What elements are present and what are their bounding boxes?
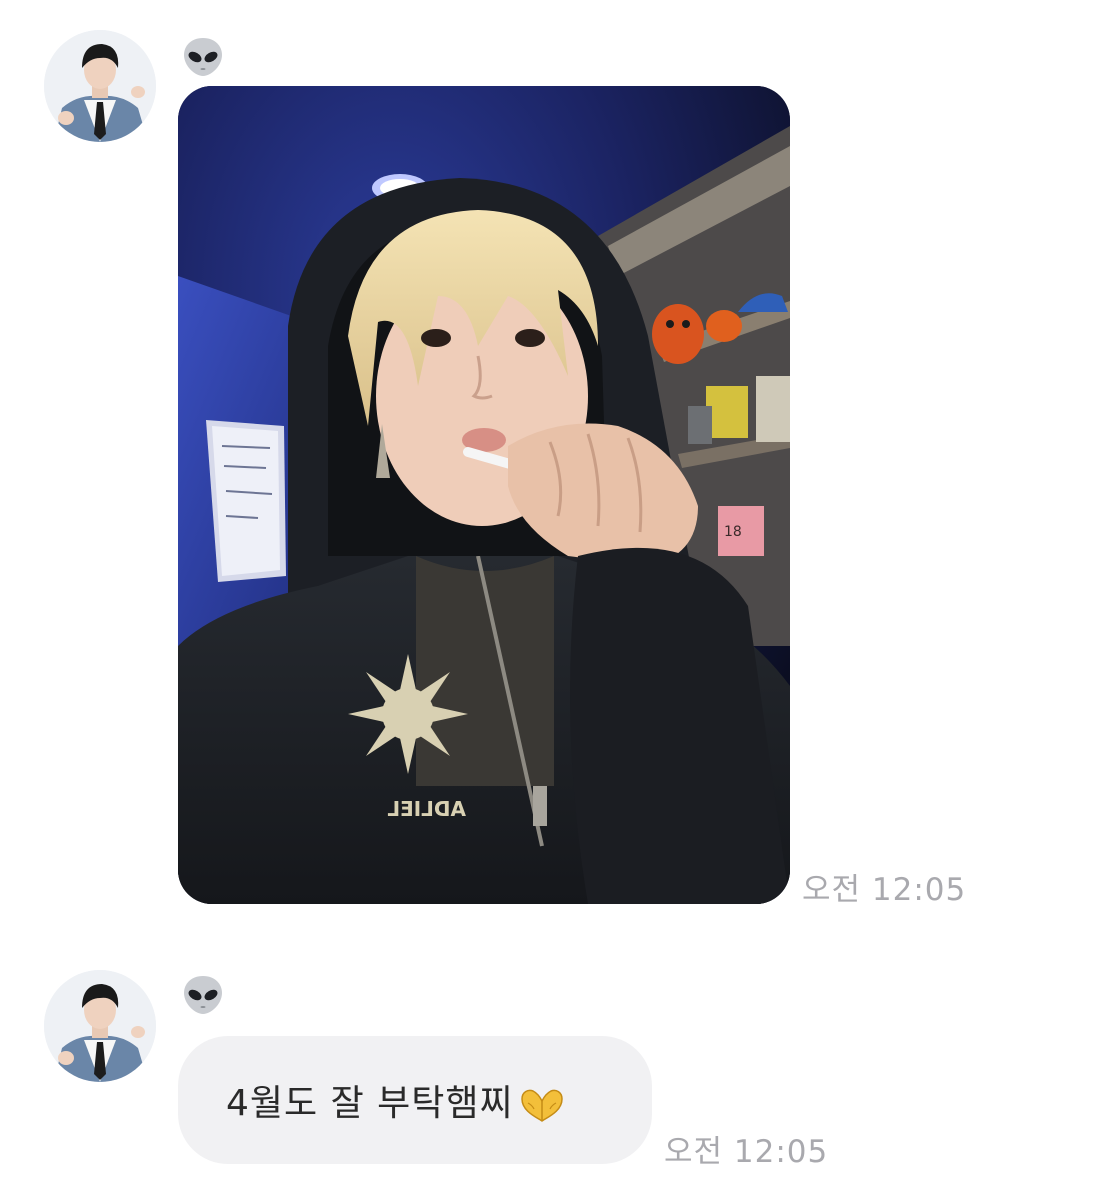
sign-text: 18 xyxy=(724,524,742,540)
alien-emoji-icon xyxy=(182,974,224,1016)
avatar[interactable] xyxy=(44,30,156,142)
alien-emoji-icon xyxy=(182,36,224,78)
message-text-content: 4월도 잘 부탁햄찌 xyxy=(226,1074,566,1126)
message-timestamp: 오전 12:05 xyxy=(664,1134,829,1170)
heart-hands-emoji-icon xyxy=(518,1087,566,1123)
hoodie-print-text: ADLIEL xyxy=(387,797,466,821)
message-bubble[interactable]: 4월도 잘 부탁햄찌 xyxy=(178,1036,652,1164)
photo-attachment[interactable]: 18 ADLIEL xyxy=(178,86,790,904)
message-timestamp: 오전 12:05 xyxy=(802,872,967,908)
avatar[interactable] xyxy=(44,970,156,1082)
message-body: 4월도 잘 부탁햄찌 xyxy=(226,1083,514,1124)
